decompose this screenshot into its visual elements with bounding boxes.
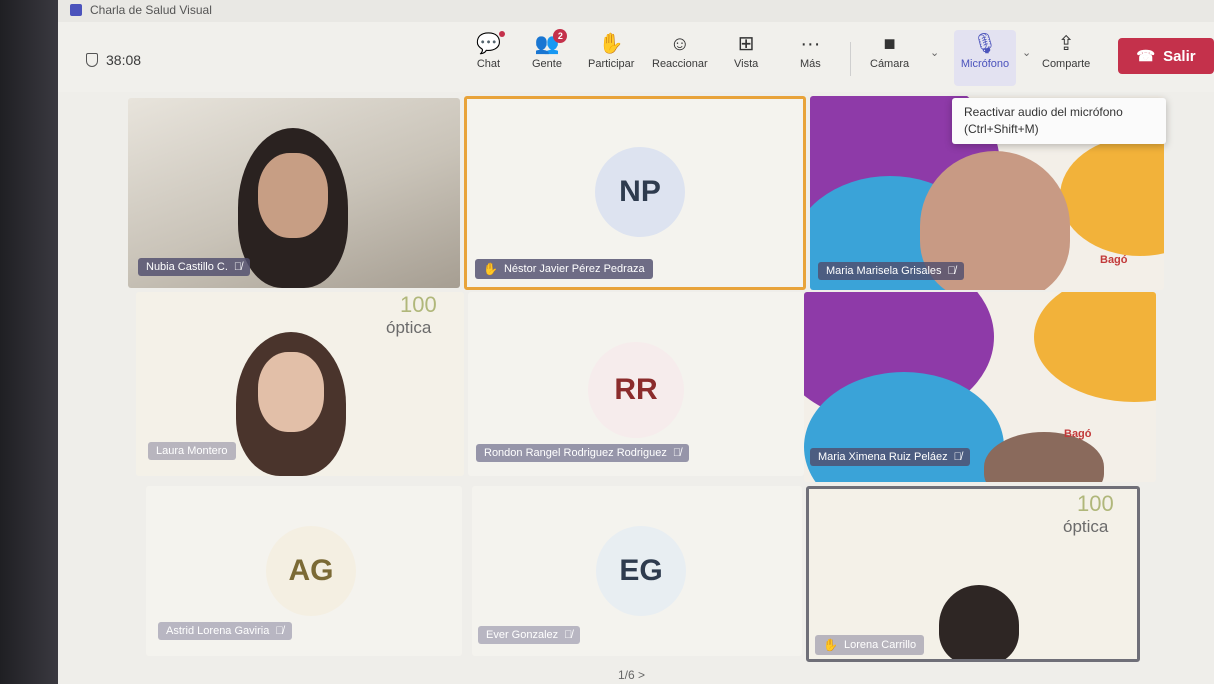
camera-options-chevron-icon[interactable]: ⌄ — [930, 46, 939, 59]
share-button[interactable]: ⇪ Comparte — [1042, 30, 1090, 86]
participant-name-tag: Maria Marisela Grisales 🎙̸ — [818, 262, 964, 280]
raised-hand-icon: ✋ — [483, 262, 498, 276]
100optica-logo: 100 — [1077, 491, 1114, 516]
meeting-toolbar: 38:08 💬 Chat 👥 2 Gente ✋ Participar ☺ Rea… — [58, 22, 1214, 92]
participant-video — [939, 585, 1019, 659]
bago-logo: Bagó — [1064, 428, 1092, 440]
raised-hand-icon: ✋ — [823, 638, 838, 652]
mic-muted-icon: 🎙̸ — [947, 265, 956, 277]
participant-name-tag: ✋ Néstor Javier Pérez Pedraza — [475, 259, 653, 279]
people-button[interactable]: 👥 2 Gente — [532, 29, 568, 86]
mic-muted-icon: 🎙̸ — [233, 261, 243, 273]
mic-tooltip: Reactivar audio del micrófono (Ctrl+Shif… — [952, 98, 1166, 144]
meeting-timer: 38:08 — [86, 52, 141, 68]
participant-tile[interactable]: NP ✋ Néstor Javier Pérez Pedraza — [464, 96, 806, 290]
participant-name-tag: Ever Gonzalez 🎙̸ — [478, 626, 581, 644]
window-title: Charla de Salud Visual — [90, 3, 212, 17]
mic-muted-icon: 🎙̸ — [953, 451, 962, 463]
participant-name-tag: ✋ Lorena Carrillo — [815, 635, 925, 655]
participant-tile[interactable]: 100 óptica ✋ Lorena Carrillo — [806, 486, 1140, 662]
chat-icon: 💬 — [476, 30, 505, 58]
participant-avatar: AG — [266, 526, 356, 616]
shield-icon — [86, 53, 98, 67]
monitor-bezel — [0, 0, 58, 684]
participant-name-tag: Laura Montero — [148, 442, 236, 460]
participant-tile[interactable]: RR Rondon Rangel Rodriguez Rodriguez 🎙̸ — [468, 292, 804, 476]
teams-app-icon — [70, 4, 82, 16]
bago-logo: Bagó — [1100, 254, 1128, 266]
participant-avatar: RR — [588, 342, 684, 438]
people-badge: 2 — [553, 29, 568, 43]
view-button[interactable]: ⊞ Vista — [734, 30, 758, 86]
participant-name-tag: Astrid Lorena Gaviria 🎙̸ — [158, 622, 292, 640]
mic-options-chevron-icon[interactable]: ⌄ — [1022, 46, 1031, 59]
teams-meeting-window: { "window": {"title": "Charla de Salud V… — [58, 0, 1214, 684]
share-icon: ⇪ — [1057, 33, 1075, 55]
participant-tile[interactable]: AG Astrid Lorena Gaviria 🎙̸ — [146, 486, 462, 656]
participant-name-tag: Nubia Castillo C. 🎙̸ — [138, 258, 251, 276]
mic-muted-icon: 🎙̸ — [275, 625, 284, 637]
smiley-icon: ☺ — [669, 33, 691, 55]
grid-view-icon: ⊞ — [737, 33, 755, 55]
raise-hand-icon: ✋ — [598, 33, 624, 55]
more-icon: ··· — [800, 33, 821, 55]
microphone-button[interactable]: 🎙 Micrófono — [954, 30, 1016, 86]
participant-tile[interactable]: 100 óptica Laura Montero — [136, 292, 464, 476]
participant-tile[interactable]: Bagó Maria Ximena Ruiz Peláez 🎙̸ — [804, 292, 1156, 482]
timer-value: 38:08 — [106, 52, 142, 68]
mic-muted-icon: 🎙̸ — [564, 629, 573, 641]
camera-icon: ■ — [883, 33, 896, 55]
more-button[interactable]: ··· Más — [800, 30, 821, 86]
chat-button[interactable]: 💬 Chat — [476, 30, 505, 86]
page-indicator[interactable]: 1/6 > — [618, 668, 645, 682]
people-icon: 👥 2 — [535, 29, 568, 58]
100optica-logo: 100 — [400, 292, 437, 317]
participant-name-tag: Rondon Rangel Rodriguez Rodriguez 🎙̸ — [476, 444, 690, 462]
leave-button[interactable]: ☎ Salir — [1118, 38, 1214, 74]
toolbar-divider — [850, 42, 851, 76]
mic-off-icon: 🎙 — [972, 33, 998, 55]
raise-hand-button[interactable]: ✋ Participar — [588, 30, 634, 86]
participant-avatar: NP — [595, 147, 685, 237]
mic-muted-icon: 🎙̸ — [672, 447, 682, 459]
participant-tile[interactable]: Nubia Castillo C. 🎙̸ — [128, 98, 460, 288]
phone-hangup-icon: ☎ — [1136, 48, 1156, 65]
participant-name-tag: Maria Ximena Ruiz Peláez 🎙̸ — [810, 448, 970, 466]
react-button[interactable]: ☺ Reaccionar — [652, 30, 708, 86]
participant-tile[interactable]: EG Ever Gonzalez 🎙̸ — [472, 486, 802, 656]
participant-avatar: EG — [596, 526, 686, 616]
title-bar: Charla de Salud Visual — [58, 0, 1214, 22]
camera-button[interactable]: ■ Cámara — [870, 30, 909, 86]
